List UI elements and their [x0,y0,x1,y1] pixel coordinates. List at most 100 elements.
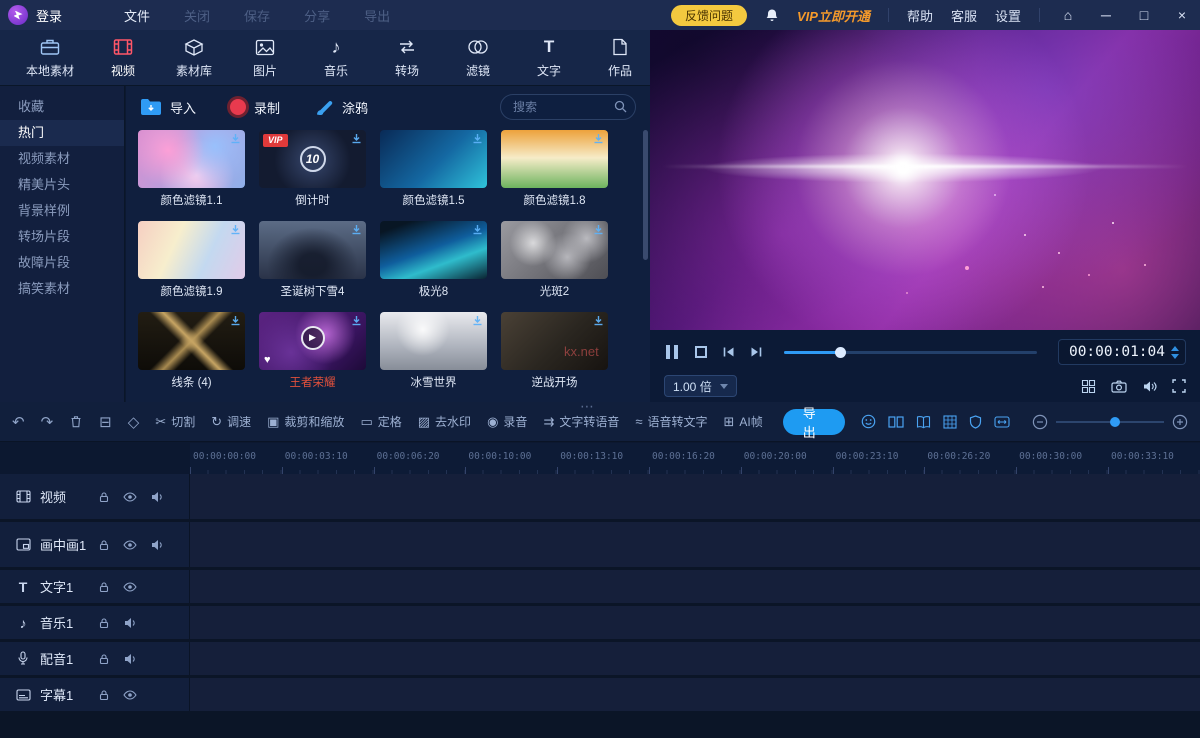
menu-export[interactable]: 导出 [364,6,390,25]
tool-remove-watermark[interactable]: ▨去水印 [418,413,471,430]
tool-crop-zoom[interactable]: ▣裁剪和缩放 [267,413,344,430]
library-item[interactable]: 冰雪世界 [380,312,487,390]
maximize-button[interactable]: □ [1134,7,1154,23]
tab-local-material[interactable]: 本地素材 [26,36,74,79]
track-lane-pip[interactable] [190,522,1200,567]
tab-transition[interactable]: 转场 [385,36,429,79]
sidebar-item-transitions[interactable]: 转场片段 [0,224,124,250]
track-lane-text[interactable] [190,570,1200,603]
redo-icon[interactable]: ↷ [41,413,54,431]
library-item[interactable]: 颜色滤镜1.8 [501,130,608,208]
download-icon[interactable] [351,133,362,144]
visibility-eye-icon[interactable] [123,582,137,592]
download-icon[interactable] [593,224,604,235]
feedback-button[interactable]: 反馈问题 [671,5,747,26]
export-button[interactable]: 导出 [783,409,845,435]
download-icon[interactable] [230,133,241,144]
stop-button[interactable] [695,346,707,358]
mute-volume-icon[interactable] [123,617,137,629]
lock-icon[interactable] [98,491,110,503]
sidebar-item-video-material[interactable]: 视频素材 [0,146,124,172]
library-item[interactable]: 光斑2 [501,221,608,299]
track-lane-music[interactable] [190,606,1200,639]
timeline-ruler[interactable]: 00:00:00:00 00:00:03:10 00:00:06:20 00:0… [0,443,1200,474]
track-lane-video[interactable] [190,474,1200,519]
tool-freeze-frame[interactable]: ▭定格 [360,413,401,430]
sidebar-item-popular[interactable]: 热门 [0,120,124,146]
library-item[interactable]: VIP 10 倒计时 [259,130,366,208]
undo-icon[interactable]: ↶ [12,413,25,431]
sidebar-item-funny[interactable]: 搞笑素材 [0,276,124,302]
mute-volume-icon[interactable] [123,653,137,665]
sidebar-item-favorites[interactable]: 收藏 [0,94,124,120]
reader-book-icon[interactable] [916,415,931,429]
settings-button[interactable]: 设置 [995,6,1021,25]
search-icon[interactable] [614,100,627,113]
ruler-ticks[interactable]: 00:00:00:00 00:00:03:10 00:00:06:20 00:0… [190,443,1200,474]
download-icon[interactable] [472,315,483,326]
sidebar-item-backgrounds[interactable]: 背景样例 [0,198,124,224]
zoom-in-icon[interactable] [1172,414,1188,430]
track-head-video[interactable]: 视频 [0,474,190,519]
customer-service-button[interactable]: 客服 [951,6,977,25]
library-item[interactable]: 圣诞树下雪4 [259,221,366,299]
download-icon[interactable] [593,133,604,144]
resize-width-icon[interactable] [994,416,1010,428]
zoom-slider[interactable] [1056,421,1164,423]
track-lane-voiceover[interactable] [190,642,1200,675]
favorite-heart-icon[interactable]: ♥ [264,355,271,366]
track-lane-subtitle[interactable] [190,678,1200,711]
keyframe-icon[interactable]: ◇ [128,413,140,431]
menu-file[interactable]: 文件 [124,6,150,25]
mosaic-icon[interactable] [943,415,957,429]
app-logo-icon[interactable] [8,5,28,25]
tool-record-audio[interactable]: ◉录音 [487,413,527,430]
track-head-subtitle[interactable]: 字幕1 [0,678,190,711]
lock-icon[interactable] [98,689,110,701]
zoom-knob[interactable] [1110,417,1120,427]
home-icon[interactable]: ⌂ [1058,7,1078,23]
download-icon[interactable] [472,224,483,235]
tab-text[interactable]: T 文字 [527,36,571,79]
tool-text-to-speech[interactable]: ⇉文字转语音 [543,413,619,430]
library-item[interactable]: 极光8 [380,221,487,299]
import-button[interactable]: 导入 [140,98,196,117]
menu-save[interactable]: 保存 [244,6,270,25]
library-scrollbar[interactable] [643,130,648,260]
sticker-icon[interactable] [861,414,876,429]
download-icon[interactable] [472,133,483,144]
track-head-text[interactable]: T 文字1 [0,570,190,603]
video-preview[interactable] [650,30,1200,330]
volume-icon[interactable] [1142,380,1157,393]
minimize-button[interactable]: ─ [1096,7,1116,23]
tab-material-library[interactable]: 素材库 [172,36,216,79]
download-icon[interactable] [351,224,362,235]
split-screen-icon[interactable] [888,415,904,429]
lock-icon[interactable] [98,653,110,665]
seek-slider[interactable] [784,351,1037,354]
notification-bell-icon[interactable] [765,8,779,23]
tool-cut[interactable]: ✂切割 [155,413,195,430]
tab-filter[interactable]: 滤镜 [456,36,500,79]
visibility-eye-icon[interactable] [123,492,137,502]
download-icon[interactable] [593,315,604,326]
sidebar-item-intros[interactable]: 精美片头 [0,172,124,198]
library-item[interactable]: 颜色滤镜1.9 [138,221,245,299]
visibility-eye-icon[interactable] [123,540,137,550]
record-button[interactable]: 录制 [230,98,280,117]
vip-upgrade-button[interactable]: VIP立即开通 [797,6,870,25]
shield-icon[interactable] [969,415,982,429]
library-item[interactable]: 颜色滤镜1.1 [138,130,245,208]
lock-icon[interactable] [98,581,110,593]
tool-ai-frame[interactable]: ⊞AI帧 [724,413,763,430]
menu-close[interactable]: 关闭 [184,6,210,25]
layout-grid-icon[interactable] [1081,379,1096,394]
zoom-out-icon[interactable] [1032,414,1048,430]
track-head-voiceover[interactable]: 配音1 [0,642,190,675]
mute-volume-icon[interactable] [150,491,164,503]
tool-speed[interactable]: ↻调速 [211,413,251,430]
tab-video[interactable]: 视频 [101,36,145,79]
library-item[interactable]: ▶ ♥ 王者荣耀 [259,312,366,390]
mute-volume-icon[interactable] [150,539,164,551]
next-frame-button[interactable] [750,346,763,358]
